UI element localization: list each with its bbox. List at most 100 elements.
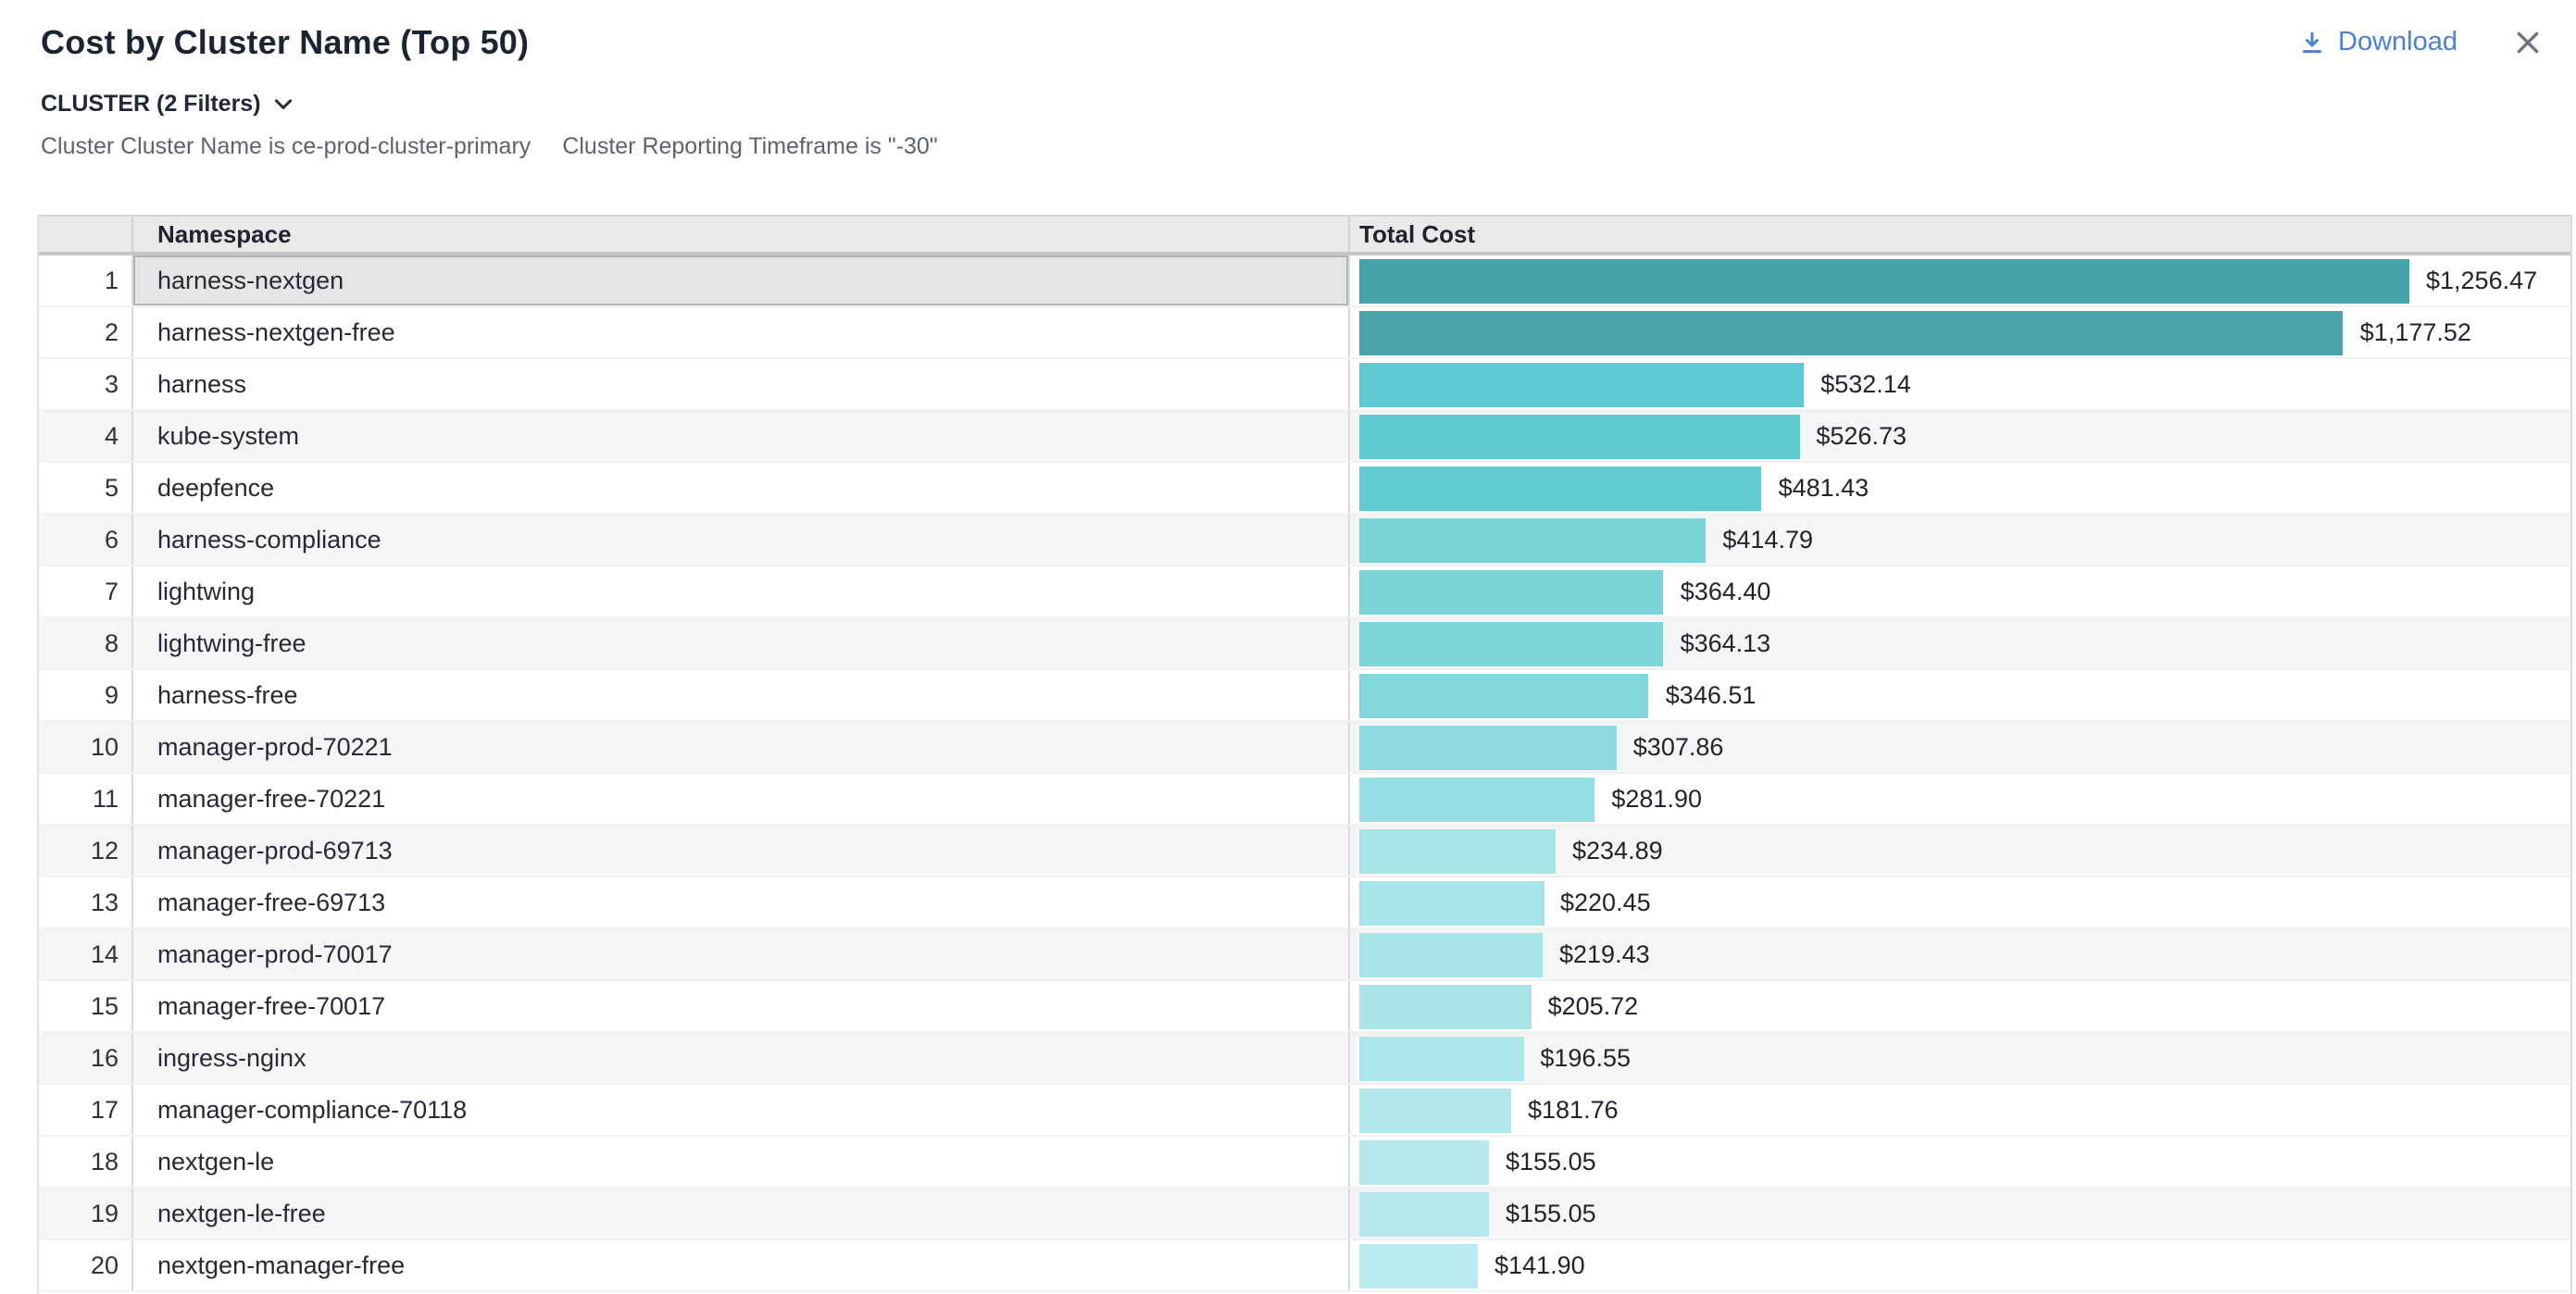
namespace-cell[interactable]: harness-nextgen <box>133 255 1350 305</box>
cost-value-label: $364.40 <box>1681 578 1771 605</box>
namespace-cell[interactable]: manager-free-70017 <box>133 981 1350 1031</box>
namespace-cell[interactable]: manager-prod-70221 <box>133 722 1350 772</box>
cost-value-label: $364.13 <box>1681 629 1771 657</box>
table-row[interactable]: 1 harness-nextgen $1,256.47 <box>39 255 2570 307</box>
cost-cell: $414.79 <box>1350 515 2570 565</box>
cost-value-label: $181.76 <box>1528 1096 1619 1124</box>
namespace-cell[interactable]: deepfence <box>133 463 1350 513</box>
table-row[interactable]: 7 lightwing $364.40 <box>39 566 2570 618</box>
cost-value-label: $346.51 <box>1666 681 1757 709</box>
namespace-cell[interactable]: manager-free-70221 <box>133 774 1350 824</box>
download-button[interactable]: Download <box>2297 28 2457 57</box>
namespace-cell[interactable]: lightwing-free <box>133 618 1350 668</box>
namespace-cell[interactable]: harness-nextgen-free <box>133 307 1350 357</box>
cost-bar <box>1359 984 1532 1028</box>
cost-value-label: $1,256.47 <box>2426 267 2537 294</box>
cost-cell: $364.40 <box>1350 566 2570 616</box>
page-title: Cost by Cluster Name (Top 50) <box>41 24 529 63</box>
namespace-cell[interactable]: harness-free <box>133 670 1350 720</box>
cost-cell: $141.90 <box>1350 1240 2570 1290</box>
table-row[interactable]: 4 kube-system $526.73 <box>39 411 2570 463</box>
row-index: 10 <box>39 722 133 772</box>
row-number-column-header <box>39 217 133 252</box>
cost-cell: $196.55 <box>1350 1033 2570 1083</box>
cost-bar <box>1359 414 1799 458</box>
table-header-row: Namespace Total Cost <box>39 215 2570 255</box>
namespace-cell-text: kube-system <box>157 422 299 450</box>
table-row[interactable]: 16 ingress-nginx $196.55 <box>39 1033 2570 1085</box>
namespace-cell[interactable]: nextgen-manager-free <box>133 1240 1350 1290</box>
namespace-cell[interactable]: harness <box>133 359 1350 409</box>
row-index: 7 <box>39 566 133 616</box>
cost-bar <box>1359 777 1594 821</box>
table-row[interactable]: 14 manager-prod-70017 $219.43 <box>39 929 2570 981</box>
cost-bar <box>1359 1139 1489 1184</box>
cost-value-label: $281.90 <box>1611 785 1702 813</box>
namespace-cell-text: nextgen-le <box>157 1148 274 1176</box>
namespace-cell[interactable]: manager-compliance-70118 <box>133 1085 1350 1135</box>
chevron-down-icon <box>274 97 293 110</box>
download-label: Download <box>2338 28 2457 57</box>
table-row[interactable]: 6 harness-compliance $414.79 <box>39 515 2570 566</box>
cost-bar <box>1359 725 1617 769</box>
row-index: 15 <box>39 981 133 1031</box>
namespace-cell-text: manager-compliance-70118 <box>157 1096 467 1124</box>
table-row[interactable]: 9 harness-free $346.51 <box>39 670 2570 722</box>
cost-bar <box>1359 932 1543 977</box>
table-row[interactable]: 2 harness-nextgen-free $1,177.52 <box>39 307 2570 359</box>
cost-bar <box>1359 362 1804 406</box>
namespace-cell[interactable]: nextgen-le <box>133 1137 1350 1187</box>
table-row[interactable]: 11 manager-free-70221 $281.90 <box>39 774 2570 826</box>
namespace-cell[interactable]: manager-free-69713 <box>133 877 1350 927</box>
namespace-cell-text: lightwing <box>157 578 255 605</box>
cost-cell: $155.05 <box>1350 1137 2570 1187</box>
table-row[interactable]: 15 manager-free-70017 $205.72 <box>39 981 2570 1033</box>
table-row[interactable]: 19 nextgen-le-free $155.05 <box>39 1188 2570 1240</box>
table-row[interactable]: 17 manager-compliance-70118 $181.76 <box>39 1085 2570 1137</box>
cost-bar <box>1359 828 1556 873</box>
row-index: 2 <box>39 307 133 357</box>
table-row[interactable]: 18 nextgen-le $155.05 <box>39 1137 2570 1188</box>
table-row[interactable]: 8 lightwing-free $364.13 <box>39 618 2570 670</box>
cost-cell: $526.73 <box>1350 411 2570 461</box>
table-row[interactable]: 12 manager-prod-69713 $234.89 <box>39 826 2570 877</box>
row-index: 19 <box>39 1188 133 1238</box>
table-row[interactable]: 5 deepfence $481.43 <box>39 463 2570 515</box>
namespace-cell[interactable]: ingress-nginx <box>133 1033 1350 1083</box>
cost-value-label: $526.73 <box>1816 422 1907 450</box>
table-row[interactable]: 3 harness $532.14 <box>39 359 2570 411</box>
namespace-cell[interactable]: harness-compliance <box>133 515 1350 565</box>
cost-bar <box>1359 1243 1478 1288</box>
namespace-cell[interactable]: lightwing <box>133 566 1350 616</box>
filter-bar: CLUSTER (2 Filters) <box>0 91 2576 117</box>
namespace-cell-text: manager-prod-70017 <box>157 940 393 968</box>
cost-value-label: $155.05 <box>1506 1148 1596 1176</box>
row-index: 11 <box>39 774 133 824</box>
namespace-cell-text: manager-prod-70221 <box>157 733 393 761</box>
close-button[interactable] <box>2513 28 2543 57</box>
namespace-cell[interactable]: nextgen-le-free <box>133 1188 1350 1238</box>
row-index: 4 <box>39 411 133 461</box>
namespace-cell[interactable]: manager-prod-70017 <box>133 929 1350 979</box>
row-index: 18 <box>39 1137 133 1187</box>
namespace-cell-text: harness-nextgen <box>157 267 344 294</box>
row-index: 3 <box>39 359 133 409</box>
namespace-cell-text: harness-nextgen-free <box>157 318 395 346</box>
cost-cell: $532.14 <box>1350 359 2570 409</box>
namespace-cell[interactable]: kube-system <box>133 411 1350 461</box>
cost-bar <box>1359 621 1664 666</box>
table-row[interactable]: 20 nextgen-manager-free $141.90 <box>39 1240 2570 1292</box>
table-row[interactable]: 10 manager-prod-70221 $307.86 <box>39 722 2570 774</box>
close-icon <box>2513 28 2543 57</box>
cost-cell: $481.43 <box>1350 463 2570 513</box>
namespace-cell-text: nextgen-manager-free <box>157 1251 405 1279</box>
cluster-filters-expander[interactable]: CLUSTER (2 Filters) <box>41 91 293 117</box>
applied-filter-cluster-name: Cluster Cluster Name is ce-prod-cluster-… <box>41 133 531 159</box>
table-row[interactable]: 13 manager-free-69713 $220.45 <box>39 877 2570 929</box>
row-index: 13 <box>39 877 133 927</box>
namespace-cell[interactable]: manager-prod-69713 <box>133 826 1350 876</box>
table-body: 1 harness-nextgen $1,256.47 2 harness-ne… <box>39 255 2570 1292</box>
cost-value-label: $205.72 <box>1548 992 1639 1020</box>
cost-bar <box>1359 517 1706 562</box>
cost-value-label: $307.86 <box>1633 733 1724 761</box>
